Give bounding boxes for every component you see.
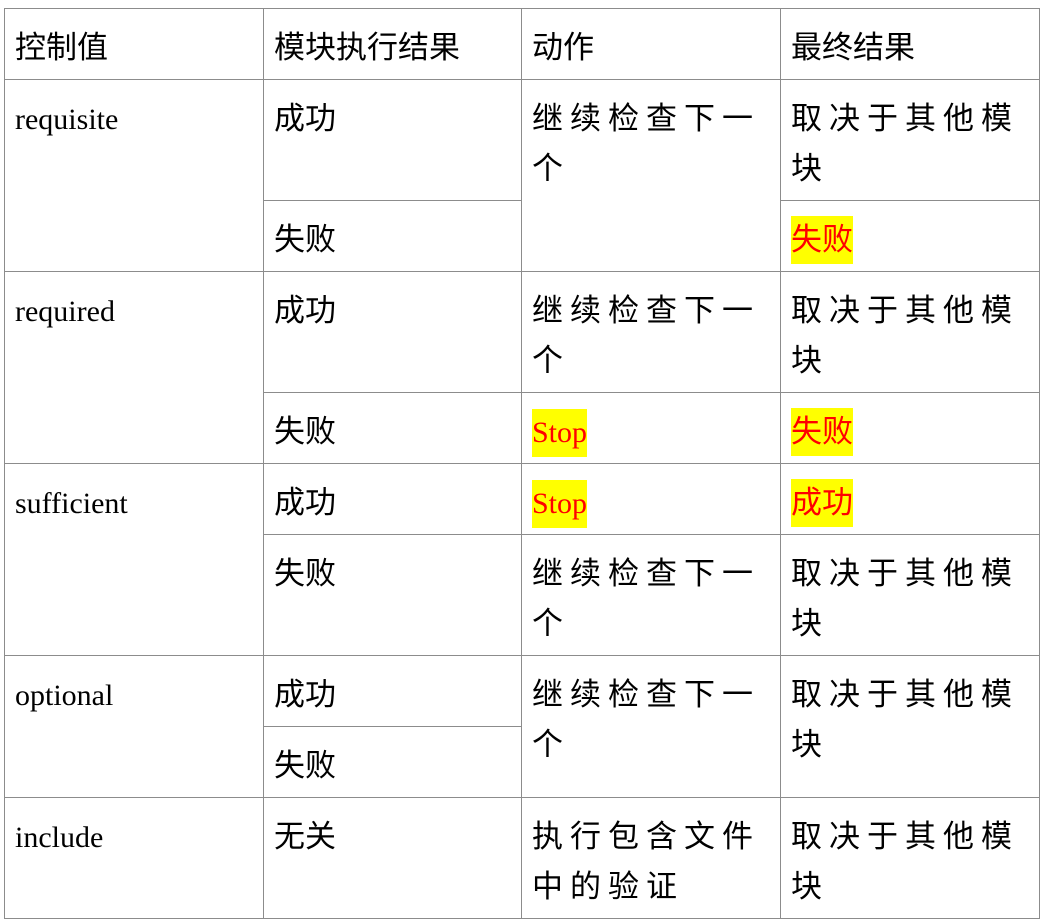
control-value: include xyxy=(15,821,104,854)
control-value-cell: optional xyxy=(4,655,264,798)
action-cell: Stop xyxy=(521,392,781,464)
module-result-cell: 成功 xyxy=(263,655,522,727)
module-result-cell: 失败 xyxy=(263,392,522,464)
highlighted-final-result: 失败 xyxy=(791,216,853,264)
highlighted-action: Stop xyxy=(532,480,588,528)
highlighted-final-result: 失败 xyxy=(791,408,853,456)
control-value-cell: required xyxy=(4,271,264,464)
module-result-cell: 成功 xyxy=(263,463,522,535)
table-header-row: 控制值 模块执行结果 动作 最终结果 xyxy=(4,8,1040,80)
final-result-cell: 取决于其他模块 xyxy=(780,271,1040,393)
module-result-cell: 失败 xyxy=(263,200,522,272)
final-result-cell: 取决于其他模块 xyxy=(780,655,1040,798)
table-row: include 无关 执行包含文件中的验证 取决于其他模块 xyxy=(4,797,1040,919)
final-result-cell: 取决于其他模块 xyxy=(780,797,1040,919)
control-value: sufficient xyxy=(15,487,128,520)
header-module-result: 模块执行结果 xyxy=(263,8,522,80)
control-value: optional xyxy=(15,679,114,712)
table-row: optional 成功 继续检查下一个 取决于其他模块 xyxy=(4,655,1040,798)
table-row: requisite 成功 继续检查下一个 取决于其他模块 xyxy=(4,79,1040,272)
control-value: requisite xyxy=(15,103,119,136)
highlighted-final-result: 成功 xyxy=(791,479,853,527)
control-value-cell: include xyxy=(4,797,264,919)
pam-control-flags-table: 控制值 模块执行结果 动作 最终结果 requisite 成功 继续检查下一个 … xyxy=(4,8,1040,919)
module-result-cell: 失败 xyxy=(263,534,522,656)
header-final-result: 最终结果 xyxy=(780,8,1040,80)
module-result-cell: 无关 xyxy=(263,797,522,919)
module-result-cell: 成功 xyxy=(263,79,522,201)
header-action: 动作 xyxy=(521,8,781,80)
control-value: required xyxy=(15,295,115,328)
final-result-cell: 成功 xyxy=(780,463,1040,535)
final-result-cell: 失败 xyxy=(780,200,1040,272)
action-cell: 继续检查下一个 xyxy=(521,534,781,656)
action-cell: 执行包含文件中的验证 xyxy=(521,797,781,919)
final-result-cell: 取决于其他模块 xyxy=(780,534,1040,656)
table-row: required 成功 继续检查下一个 取决于其他模块 xyxy=(4,271,1040,464)
module-result-cell: 成功 xyxy=(263,271,522,393)
final-result-cell: 失败 xyxy=(780,392,1040,464)
header-control-value: 控制值 xyxy=(4,8,264,80)
table-row: sufficient 成功 Stop 成功 xyxy=(4,463,1040,656)
module-result-cell: 失败 xyxy=(263,726,522,798)
action-cell: 继续检查下一个 xyxy=(521,79,781,272)
control-value-cell: requisite xyxy=(4,79,264,272)
control-value-cell: sufficient xyxy=(4,463,264,656)
action-cell: Stop xyxy=(521,463,781,535)
final-result-cell: 取决于其他模块 xyxy=(780,79,1040,201)
highlighted-action: Stop xyxy=(532,409,588,457)
action-cell: 继续检查下一个 xyxy=(521,271,781,393)
action-cell: 继续检查下一个 xyxy=(521,655,781,798)
